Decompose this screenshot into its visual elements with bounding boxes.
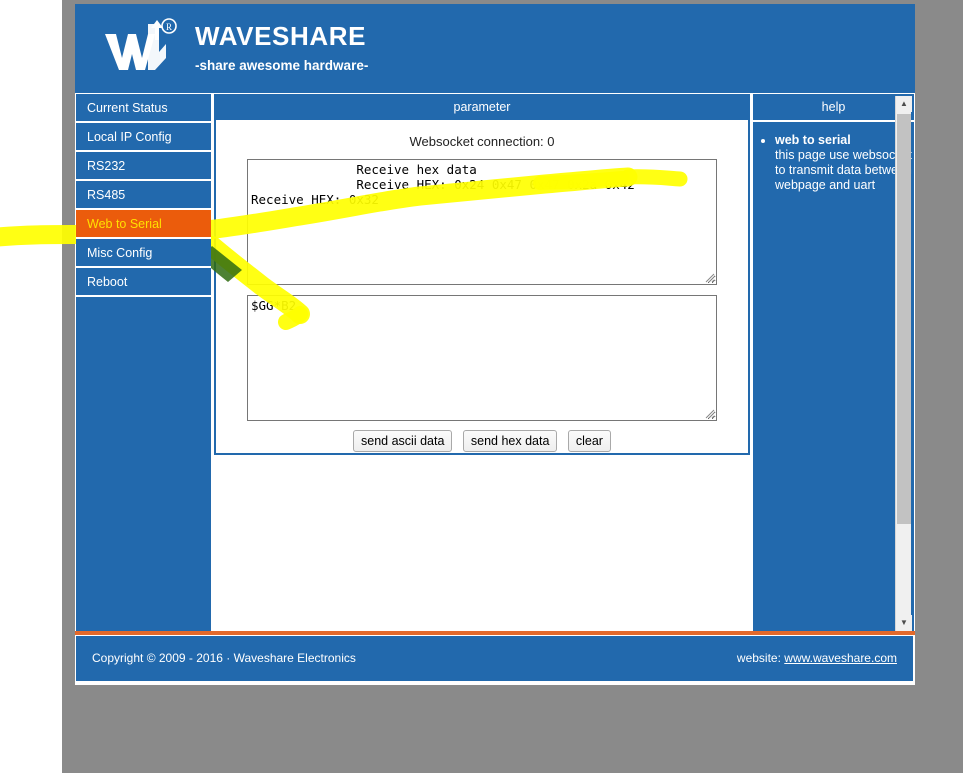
- sidebar-item-reboot[interactable]: Reboot: [76, 268, 211, 297]
- sidebar-item-rs232[interactable]: RS232: [76, 152, 211, 181]
- receive-textarea-wrap: [247, 159, 717, 285]
- sidebar-item-web-to-serial[interactable]: Web to Serial: [76, 210, 211, 239]
- send-data-textarea[interactable]: [247, 295, 717, 421]
- vertical-scrollbar[interactable]: ▲ ▼: [895, 96, 912, 631]
- scroll-up-arrow-icon[interactable]: ▲: [896, 96, 912, 112]
- brand-tagline: -share awesome hardware-: [195, 58, 369, 73]
- logo-container: R: [75, 4, 195, 93]
- waveshare-logo-icon: R: [105, 18, 177, 70]
- copyright-text: Copyright © 2009 - 2016 · Waveshare Elec…: [92, 651, 356, 665]
- website-link[interactable]: www.waveshare.com: [784, 651, 897, 665]
- sidebar-filler: [76, 311, 211, 632]
- parameter-panel-header: parameter: [214, 93, 750, 120]
- help-item-title: web to serial: [775, 133, 851, 147]
- help-list-item: web to serial this page use websocket to…: [775, 132, 914, 193]
- brand-title: WAVESHARE: [195, 21, 367, 51]
- help-list: web to serial this page use websocket to…: [753, 132, 914, 193]
- parameter-column: parameter Websocket connection: 0 s: [214, 93, 750, 631]
- help-item-text: this page use websocket to transmit data…: [775, 148, 912, 192]
- content-columns: Current Status Local IP Config RS232 RS4…: [75, 93, 915, 632]
- site-header: R WAVESHARE -share awesome hardware-: [75, 4, 915, 93]
- sidebar-nav: Current Status Local IP Config RS232 RS4…: [76, 93, 211, 632]
- sidebar-item-misc-config[interactable]: Misc Config: [76, 239, 211, 268]
- browser-page: R WAVESHARE -share awesome hardware- Cur…: [75, 0, 915, 685]
- parameter-panel-body: Websocket connection: 0 send ascii data: [214, 120, 750, 455]
- receive-data-textarea[interactable]: [247, 159, 717, 285]
- clear-button[interactable]: clear: [567, 430, 611, 452]
- help-panel-body: web to serial this page use websocket to…: [753, 120, 914, 631]
- site-footer: Copyright © 2009 - 2016 · Waveshare Elec…: [76, 636, 913, 681]
- send-textarea-wrap: [247, 295, 717, 421]
- page-left-gutter: [0, 0, 62, 773]
- footer-divider: [75, 631, 915, 635]
- sidebar-item-current-status[interactable]: Current Status: [76, 94, 211, 123]
- brand-text-block: WAVESHARE -share awesome hardware-: [195, 21, 368, 76]
- send-ascii-data-button[interactable]: send ascii data: [353, 430, 453, 452]
- sidebar-item-rs485[interactable]: RS485: [76, 181, 211, 210]
- svg-text:R: R: [166, 22, 172, 32]
- sidebar-item-local-ip-config[interactable]: Local IP Config: [76, 123, 211, 152]
- scrollbar-thumb[interactable]: [897, 114, 911, 524]
- help-panel-header: help: [753, 93, 914, 120]
- scroll-down-arrow-icon[interactable]: ▼: [896, 615, 912, 631]
- window-chrome-strip: [62, 0, 75, 773]
- websocket-status-text: Websocket connection: 0: [409, 134, 555, 149]
- website-label: website:: [736, 651, 781, 665]
- help-column: help web to serial this page use websock…: [753, 93, 914, 631]
- action-button-row: send ascii data send hex data clear: [216, 430, 748, 452]
- website-block: website: www.waveshare.com: [737, 651, 897, 665]
- sidebar-list: Current Status Local IP Config RS232 RS4…: [76, 94, 211, 297]
- send-hex-data-button[interactable]: send hex data: [462, 430, 558, 452]
